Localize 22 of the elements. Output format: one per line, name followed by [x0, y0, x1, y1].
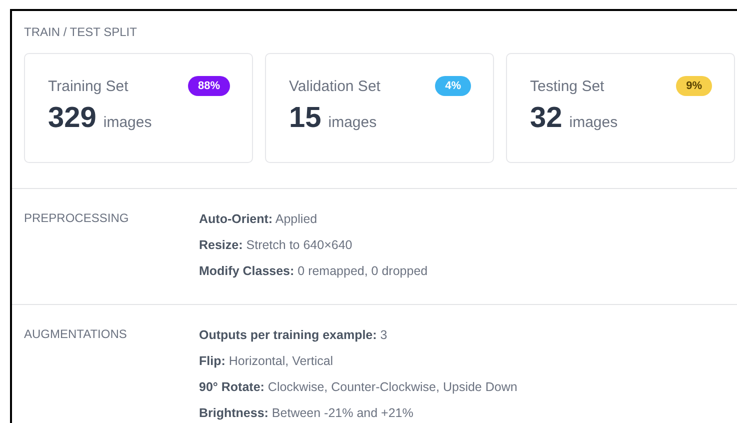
- section-title: AUGMENTATIONS: [24, 327, 128, 341]
- image-count: 32: [530, 102, 562, 135]
- percent-badge: 9%: [676, 76, 712, 96]
- image-count: 15: [289, 102, 322, 135]
- card-label: Testing Set: [530, 78, 604, 94]
- count-unit: images: [569, 114, 618, 131]
- detail-line: 90° Rotate: Clockwise, Counter-Clockwise, Upside Down: [199, 379, 518, 395]
- detail-line: Resize: Stretch to 640×640: [199, 237, 354, 253]
- section-title: PREPROCESSING: [24, 211, 130, 225]
- detail-line: Auto-Orient: Applied: [199, 211, 318, 227]
- image-count: 329: [48, 102, 96, 135]
- section-title: TRAIN / TEST SPLIT: [24, 25, 138, 39]
- card-label: Training Set: [48, 78, 128, 94]
- detail-line: Flip: Horizontal, Vertical: [199, 353, 334, 369]
- percent-badge: 88%: [188, 76, 230, 96]
- detail-line: Outputs per training example: 3: [199, 327, 388, 343]
- percent-badge: 4%: [435, 76, 471, 96]
- card-label: Validation Set: [289, 78, 380, 94]
- detail-line: Brightness: Between -21% and +21%: [199, 405, 414, 421]
- count-unit: images: [103, 114, 152, 131]
- detail-line: Modify Classes: 0 remapped, 0 dropped: [199, 263, 428, 279]
- count-unit: images: [328, 114, 377, 131]
